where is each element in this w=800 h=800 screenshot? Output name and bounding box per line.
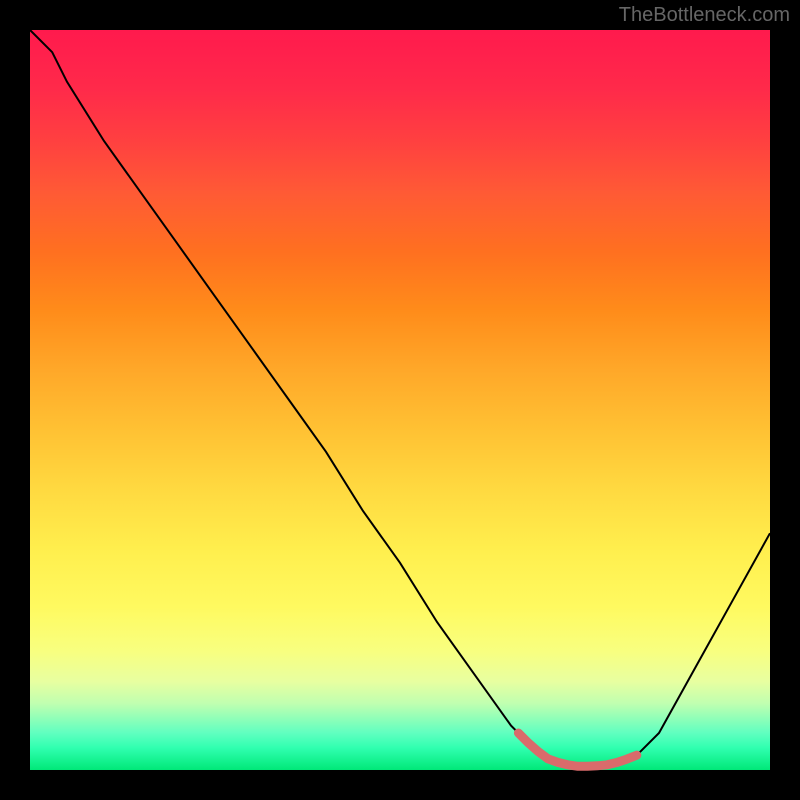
bottleneck-curve	[30, 30, 770, 766]
chart-svg	[30, 30, 770, 770]
watermark-text: TheBottleneck.com	[619, 4, 790, 27]
plot-area	[30, 30, 770, 770]
minimum-band-indicator	[518, 733, 636, 766]
